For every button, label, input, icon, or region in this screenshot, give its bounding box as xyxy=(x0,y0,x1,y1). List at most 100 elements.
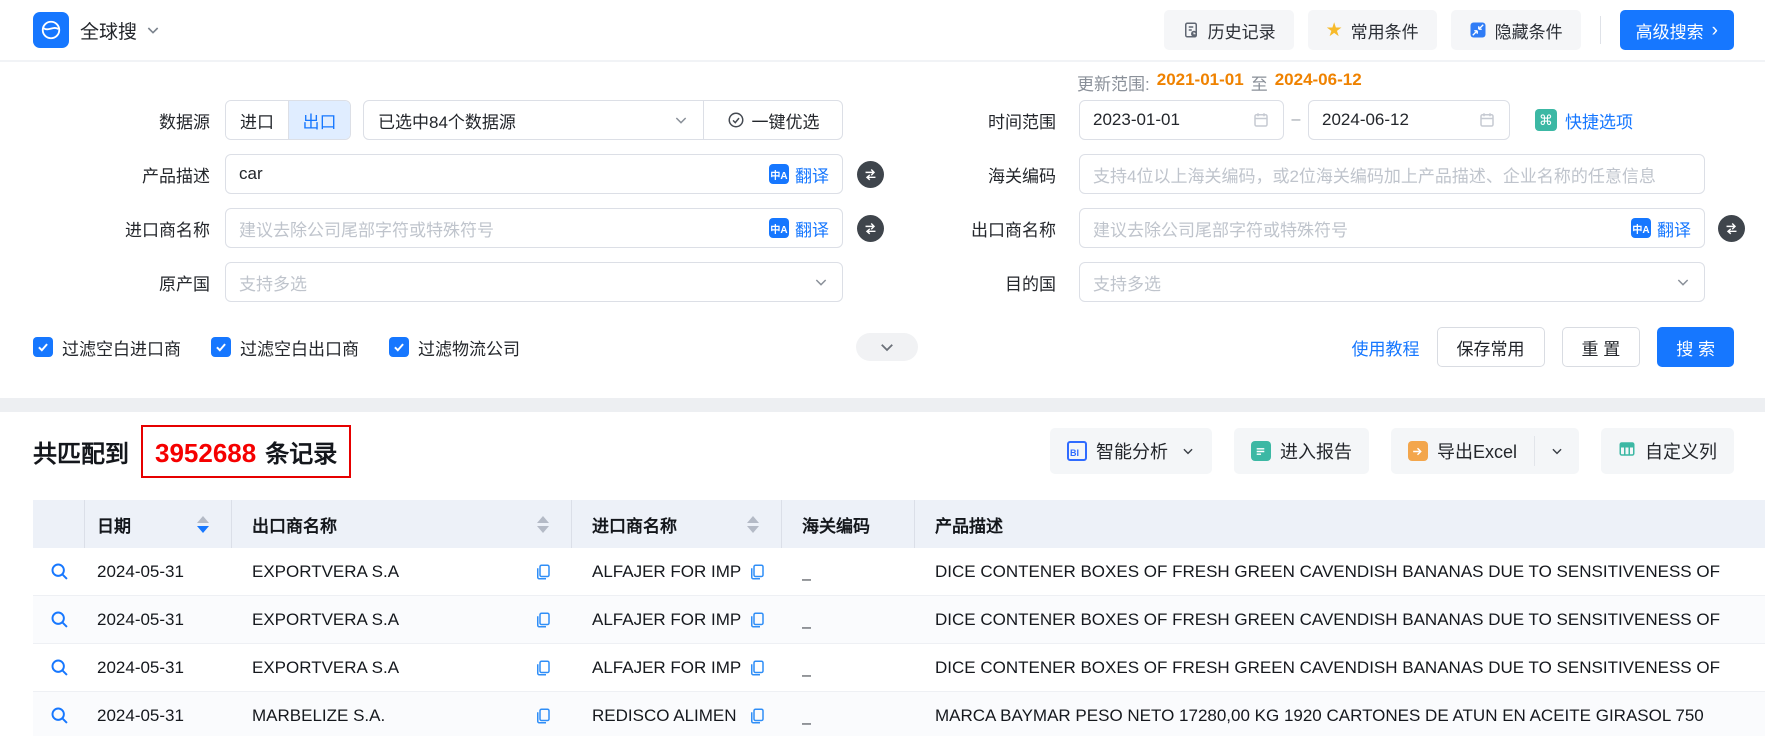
match-suffix: 条记录 xyxy=(265,434,337,469)
update-range-end: 2024-06-12 xyxy=(1275,70,1362,95)
search-form: 更新范围: 2021-01-01 至 2024-06-12 数据源 进口 出口 … xyxy=(0,62,1765,368)
date-cell: 2024-05-31 xyxy=(97,706,184,726)
preview-magnifier-icon[interactable] xyxy=(49,705,70,726)
copy-icon[interactable] xyxy=(748,707,766,725)
save-favorite-button[interactable]: 保存常用 xyxy=(1437,327,1545,367)
table-row: 2024-05-31 EXPORTVERA S.A ALFAJER FOR IM… xyxy=(33,548,1765,596)
date-cell: 2024-05-31 xyxy=(97,562,184,582)
product-desc-cell: DICE CONTENER BOXES OF FRESH GREEN CAVEN… xyxy=(935,658,1720,678)
results-table: 日期 出口商名称 进口商名称 海关编码 产品描述 2024-05-31 EXPO… xyxy=(33,500,1765,736)
product-column-header: 产品描述 xyxy=(915,500,1765,548)
quick-options-button[interactable]: ⌘ 快捷选项 xyxy=(1535,108,1633,133)
one-click-optimize-button[interactable]: 一键优选 xyxy=(704,101,842,139)
copy-icon[interactable] xyxy=(748,659,766,677)
importer-column-header[interactable]: 进口商名称 xyxy=(572,500,782,548)
export-excel-button[interactable]: 导出Excel xyxy=(1391,428,1534,474)
copy-icon[interactable] xyxy=(534,659,552,677)
advanced-search-label: 高级搜索 xyxy=(1636,18,1704,43)
copy-icon[interactable] xyxy=(748,563,766,581)
match-count: 3952688 xyxy=(155,438,256,469)
importer-name-input[interactable]: 建议去除公司尾部字符或特殊符号 中A 翻译 xyxy=(225,208,843,248)
translate-button[interactable]: 中A 翻译 xyxy=(769,216,829,241)
bilingual-toggle-button[interactable] xyxy=(857,161,884,188)
smart-analysis-button[interactable]: BI 智能分析 xyxy=(1050,428,1212,474)
update-range-to: 至 xyxy=(1251,70,1268,95)
reset-button[interactable]: 重 置 xyxy=(1562,327,1641,367)
hs-code-label: 海关编码 xyxy=(884,162,1056,187)
date-column-header[interactable]: 日期 xyxy=(85,500,232,548)
collapse-arrows-icon xyxy=(1469,21,1487,39)
copy-icon[interactable] xyxy=(534,707,552,725)
preview-magnifier-icon[interactable] xyxy=(49,657,70,678)
exporter-name-input[interactable]: 建议去除公司尾部字符或特殊符号 中A 翻译 xyxy=(1079,208,1705,248)
product-desc-input[interactable]: car 中A 翻译 xyxy=(225,154,843,194)
sort-control[interactable] xyxy=(537,516,549,533)
filter-logistics-checkbox[interactable]: 过滤物流公司 xyxy=(389,335,520,360)
app-switch-chevron-down-icon[interactable] xyxy=(145,22,161,38)
sort-control[interactable] xyxy=(197,516,209,533)
exporter-cell: EXPORTVERA S.A xyxy=(252,610,399,630)
export-excel-group: 导出Excel xyxy=(1391,428,1579,474)
copy-icon[interactable] xyxy=(534,563,552,581)
custom-columns-button[interactable]: 自定义列 xyxy=(1601,428,1734,474)
preview-magnifier-icon[interactable] xyxy=(49,609,70,630)
history-button[interactable]: 历史记录 xyxy=(1164,10,1294,50)
importer-name-placeholder: 建议去除公司尾部字符或特殊符号 xyxy=(239,216,759,241)
filter-label: 过滤物流公司 xyxy=(418,335,520,360)
data-source-label: 数据源 xyxy=(33,108,210,133)
table-header-row: 日期 出口商名称 进口商名称 海关编码 产品描述 xyxy=(33,500,1765,548)
origin-country-placeholder: 支持多选 xyxy=(239,270,813,295)
filter-blank-exporter-checkbox[interactable]: 过滤空白出口商 xyxy=(211,335,359,360)
exporter-column-header[interactable]: 出口商名称 xyxy=(232,500,572,548)
end-date-input[interactable]: 2024-06-12 xyxy=(1308,100,1510,140)
app-name: 全球搜 xyxy=(80,17,137,44)
filter-label: 过滤空白出口商 xyxy=(240,335,359,360)
update-range-start: 2021-01-01 xyxy=(1157,70,1244,95)
section-divider xyxy=(0,398,1765,412)
import-tab[interactable]: 进口 xyxy=(226,101,288,139)
export-tab[interactable]: 出口 xyxy=(288,101,350,139)
start-date-value: 2023-01-01 xyxy=(1093,110,1252,130)
topbar: 全球搜 历史记录 ★ 常用条件 隐藏条件 高级搜索 › xyxy=(0,0,1765,62)
translate-label: 翻译 xyxy=(1657,216,1691,241)
advanced-search-button[interactable]: 高级搜索 › xyxy=(1620,10,1734,50)
export-options-chevron[interactable] xyxy=(1535,428,1579,474)
star-icon: ★ xyxy=(1326,21,1343,40)
importer-cell: ALFAJER FOR IMP xyxy=(592,610,741,630)
translate-button[interactable]: 中A 翻译 xyxy=(1631,216,1691,241)
bilingual-toggle-button[interactable] xyxy=(857,215,884,242)
hs-code-cell: _ xyxy=(802,562,811,582)
tutorial-link[interactable]: 使用教程 xyxy=(1352,335,1420,360)
translate-button[interactable]: 中A 翻译 xyxy=(769,162,829,187)
copy-icon[interactable] xyxy=(534,611,552,629)
hide-conditions-label: 隐藏条件 xyxy=(1495,18,1563,43)
collapse-form-button[interactable] xyxy=(856,333,918,361)
enter-report-button[interactable]: 进入报告 xyxy=(1234,428,1369,474)
filter-blank-importer-checkbox[interactable]: 过滤空白进口商 xyxy=(33,335,181,360)
preview-magnifier-icon[interactable] xyxy=(49,561,70,582)
translate-label: 翻译 xyxy=(795,162,829,187)
origin-country-select[interactable]: 支持多选 xyxy=(225,262,843,302)
exporter-name-label: 出口商名称 xyxy=(884,216,1056,241)
bilingual-toggle-button[interactable] xyxy=(1718,215,1745,242)
column-label: 海关编码 xyxy=(802,512,870,537)
match-prefix: 共匹配到 xyxy=(33,434,129,469)
copy-icon[interactable] xyxy=(748,611,766,629)
topbar-divider xyxy=(1600,16,1601,44)
hide-conditions-button[interactable]: 隐藏条件 xyxy=(1451,10,1581,50)
product-desc-label: 产品描述 xyxy=(33,162,210,187)
importer-cell: ALFAJER FOR IMP xyxy=(592,658,741,678)
importer-name-label: 进口商名称 xyxy=(33,216,210,241)
chevron-down-icon xyxy=(673,112,689,128)
sort-control[interactable] xyxy=(747,516,759,533)
data-source-select[interactable]: 已选中84个数据源 xyxy=(364,101,703,139)
table-body: 2024-05-31 EXPORTVERA S.A ALFAJER FOR IM… xyxy=(33,548,1765,736)
checkbox-checked-icon xyxy=(211,337,231,357)
hs-code-input[interactable]: 支持4位以上海关编码，或2位海关编码加上产品描述、企业名称的任意信息 xyxy=(1079,154,1705,194)
search-button[interactable]: 搜 索 xyxy=(1657,327,1734,367)
favorite-conditions-button[interactable]: ★ 常用条件 xyxy=(1308,10,1437,50)
start-date-input[interactable]: 2023-01-01 xyxy=(1079,100,1284,140)
enter-report-label: 进入报告 xyxy=(1280,438,1352,464)
hs-code-placeholder: 支持4位以上海关编码，或2位海关编码加上产品描述、企业名称的任意信息 xyxy=(1093,162,1691,187)
dest-country-select[interactable]: 支持多选 xyxy=(1079,262,1705,302)
